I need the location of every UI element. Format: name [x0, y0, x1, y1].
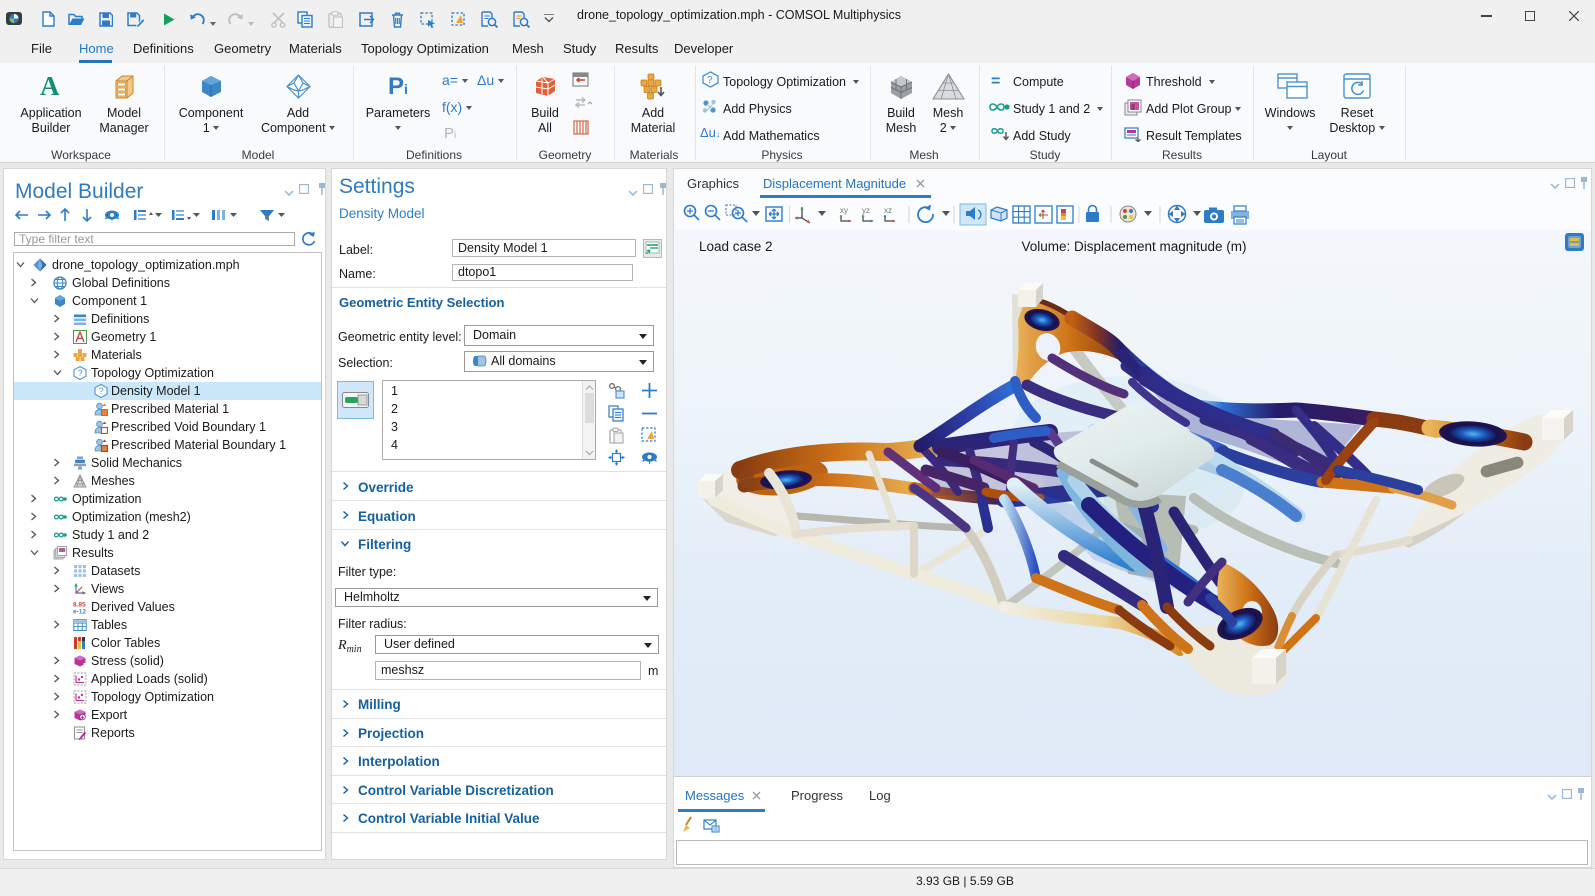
svg-text:?: ? [707, 75, 713, 86]
svg-text:?: ? [99, 386, 104, 396]
svg-text:?: ? [78, 368, 83, 378]
svg-text:yz: yz [862, 206, 870, 215]
svg-text:xz: xz [884, 206, 892, 215]
svg-text:xy: xy [840, 206, 848, 215]
svg-text:e-12: e-12 [73, 609, 86, 615]
svg-text:8.85: 8.85 [73, 602, 86, 609]
